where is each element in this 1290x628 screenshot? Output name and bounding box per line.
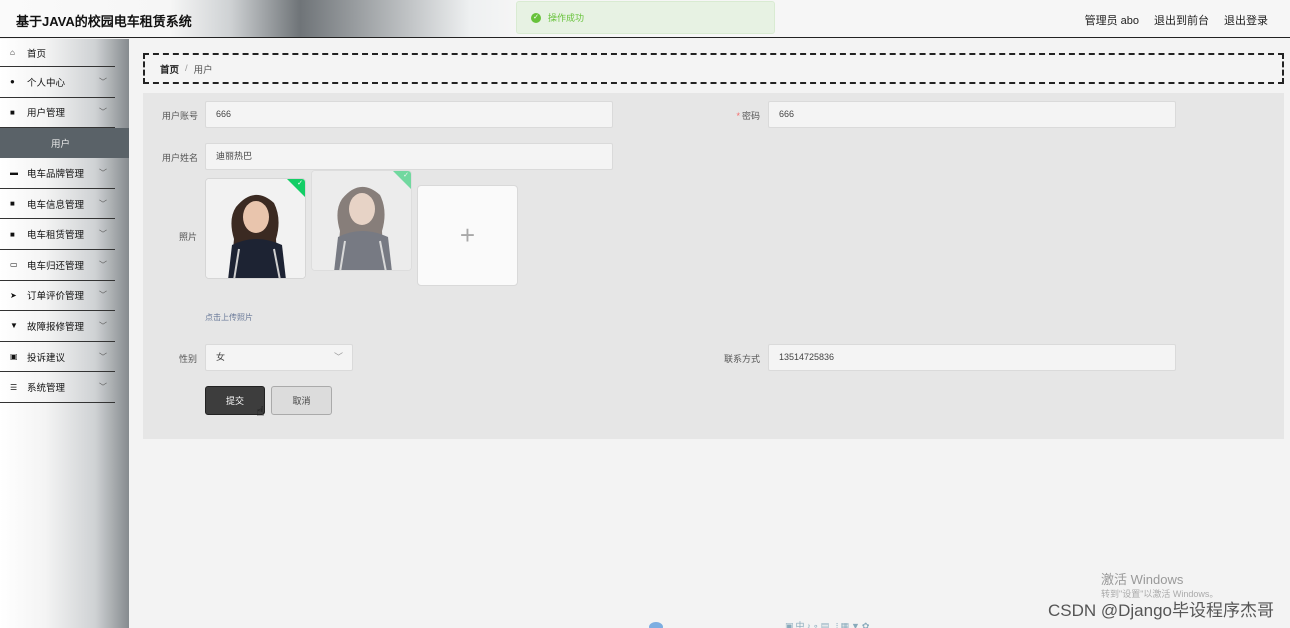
trophy-icon: ▼ [10,321,18,331]
sidebar-menu: ⌂ 首页 ● 个人中心 ﹀ ■ 用户管理 ﹀ 用户 ▬ 电车品牌管理 ﹀ ■ 电… [0,39,129,628]
account-label: 用户账号 [161,111,198,121]
sidebar-item-label: 电车归还管理 [27,260,85,272]
top-header: 基于JAVA的校园电车租赁系统 ✓ 操作成功 管理员 abo 退出到前台 退出登… [0,0,1290,38]
clipboard-icon: ▣ [10,352,18,362]
account-input[interactable]: 666 [205,101,613,128]
password-label-text: 密码 [741,111,760,121]
breadcrumb-home[interactable]: 首页 [160,62,179,76]
chevron-down-icon: ﹀ [333,352,343,362]
breadcrumb: 首页 / 用户 [143,53,1284,84]
required-mark: * [736,111,740,121]
gender-label: 性别 [178,354,197,364]
uploaded-photo-1[interactable]: ✓ [205,178,306,279]
exit-to-front-link[interactable]: 退出到前台 [1154,12,1209,28]
admin-user-label: 管理员 abo [1084,15,1139,27]
ime-toolbar-icons: ▣中♪∘▤ ⁝▦▼✿ [785,621,872,628]
sidebar-item-label: 电车品牌管理 [27,168,85,180]
send-icon: ➤ [10,290,17,300]
sidebar-item-system-management[interactable]: ☰ 系统管理 ﹀ [0,372,115,403]
sidebar-item-complaints[interactable]: ▣ 投诉建议 ﹀ [0,342,115,373]
grid-icon: ■ [10,199,15,209]
header-actions: 管理员 abo 退出到前台 退出登录 [1085,12,1268,28]
password-label: * 密码 [700,109,760,122]
home-icon: ⌂ [10,48,15,57]
toast-message: 操作成功 [548,13,585,23]
check-icon: ✓ [297,180,303,187]
contact-label: 联系方式 [723,354,760,364]
list-icon: ☰ [10,382,18,392]
password-input[interactable]: 666 [768,101,1176,128]
grid-icon: ■ [10,107,15,117]
sidebar-item-label: 电车信息管理 [27,199,85,211]
name-label: 用户姓名 [161,153,198,163]
logout-link[interactable]: 退出登录 [1224,12,1268,28]
plus-icon: + [459,220,476,250]
chevron-down-icon: ﹀ [99,199,107,209]
sidebar-item-label: 投诉建议 [27,352,66,364]
sidebar-item-order-review-management[interactable]: ➤ 订单评价管理 ﹀ [0,281,115,312]
sidebar-item-return-management[interactable]: ▭ 电车归还管理 ﹀ [0,250,115,281]
chevron-down-icon: ﹀ [99,352,107,362]
success-toast: ✓ 操作成功 [516,1,775,34]
chevron-down-icon: ﹀ [99,77,107,87]
hand-cursor-icon: ☝ [256,403,265,419]
grid-icon: ■ [10,229,15,239]
user-edit-form: 用户账号 666 * 密码 666 用户姓名 迪丽热巴 照片 ✓ ✓ + 点击上… [143,93,1284,439]
sidebar-item-label: 订单评价管理 [27,291,85,303]
chevron-down-icon: ﹀ [99,168,107,178]
success-check-icon: ✓ [531,12,541,23]
monitor-icon: ▭ [10,260,18,270]
user-icon: ● [10,77,15,87]
contact-input[interactable]: 13514725836 [768,344,1176,371]
sidebar-item-label: 首页 [27,48,47,60]
uploaded-photo-2[interactable]: ✓ [311,170,412,271]
sidebar-subitem-users[interactable]: 用户 [0,128,129,159]
breadcrumb-separator: / [185,63,188,74]
upload-photo-button[interactable]: + [417,185,518,286]
sidebar-item-fault-repair-management[interactable]: ▼ 故障报修管理 ﹀ [0,311,115,342]
chevron-down-icon: ﹀ [99,382,107,392]
chevron-down-icon: ﹀ [99,260,107,270]
sidebar-item-user-management[interactable]: ■ 用户管理 ﹀ [0,98,115,129]
upload-hint: 点击上传照片 [205,313,253,322]
chevron-down-icon: ﹀ [99,290,107,300]
sidebar-item-personal-center[interactable]: ● 个人中心 ﹀ [0,67,115,98]
sidebar-item-rental-management[interactable]: ■ 电车租赁管理 ﹀ [0,219,115,250]
sidebar-item-label: 故障报修管理 [27,321,85,333]
csdn-watermark: CSDN @Django毕设程序杰哥 [1047,601,1274,620]
cancel-button[interactable]: 取消 [271,386,332,415]
chevron-down-icon: ﹀ [99,229,107,239]
taskbar-dot-icon [649,622,663,628]
photo-label: 照片 [178,232,197,242]
gender-select[interactable]: 女 ﹀ [205,344,353,371]
windows-activate-title: 激活 Windows [1101,572,1184,587]
sidebar-item-home[interactable]: ⌂ 首页 [0,39,115,67]
sidebar-item-label: 电车租赁管理 [27,230,85,242]
name-input[interactable]: 迪丽热巴 [205,143,613,170]
sidebar-item-label: 用户管理 [27,108,66,120]
check-icon: ✓ [403,172,409,179]
sidebar-item-label: 个人中心 [27,77,66,89]
chevron-down-icon: ﹀ [99,107,107,117]
sidebar-item-vehicle-info-management[interactable]: ■ 电车信息管理 ﹀ [0,189,115,220]
chevron-down-icon: ﹀ [99,321,107,331]
sidebar-item-brand-management[interactable]: ▬ 电车品牌管理 ﹀ [0,158,115,189]
car-icon: ▬ [10,168,18,178]
sidebar-item-label: 系统管理 [27,383,66,395]
breadcrumb-current: 用户 [193,64,213,76]
gender-selected-value: 女 [216,352,226,362]
app-title: 基于JAVA的校园电车租赁系统 [16,14,192,29]
